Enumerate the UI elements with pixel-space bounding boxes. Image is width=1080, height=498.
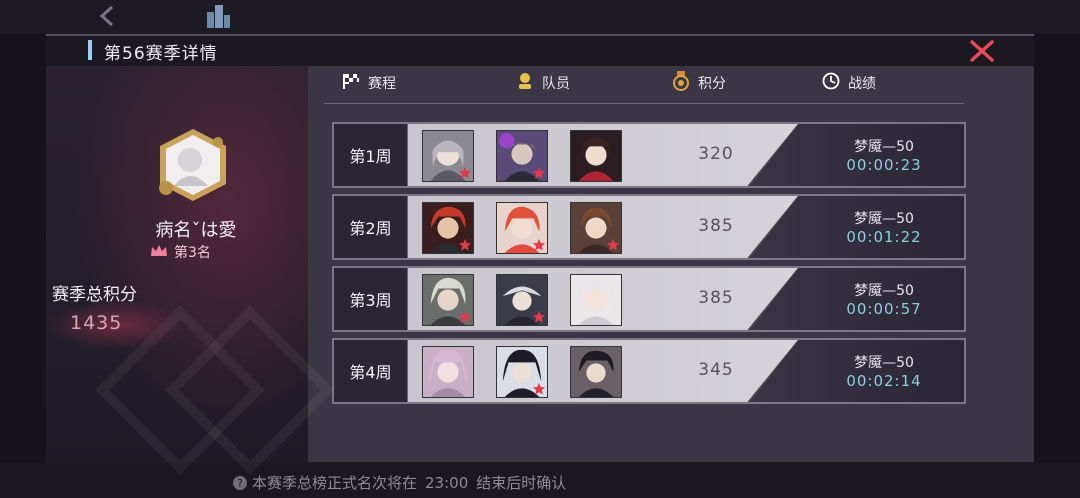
- player-rank: 第3名: [150, 242, 211, 262]
- character-portrait[interactable]: [496, 274, 548, 326]
- character-portrait[interactable]: [570, 202, 622, 254]
- member-icon: [516, 72, 534, 94]
- week-label: 第3周: [334, 268, 408, 330]
- week-row[interactable]: 第4周 345 梦魇—50 00:02:14: [332, 338, 966, 404]
- rank-label: 第3名: [174, 245, 211, 261]
- tab-label: 积分: [698, 76, 726, 92]
- character-portrait[interactable]: [570, 274, 622, 326]
- svg-text:?: ?: [237, 477, 243, 490]
- tab-label: 赛程: [368, 76, 396, 92]
- character-portrait[interactable]: [496, 346, 548, 398]
- chevron-left-icon[interactable]: [96, 4, 120, 28]
- season-total-value: 1435: [70, 312, 123, 334]
- star-icon: [459, 167, 471, 179]
- clear-time: 00:00:23: [846, 156, 922, 174]
- tab-members[interactable]: 队员: [516, 70, 570, 96]
- tab-label: 战绩: [848, 76, 876, 92]
- character-portrait[interactable]: [570, 346, 622, 398]
- character-portrait[interactable]: [496, 202, 548, 254]
- week-score: 320: [698, 144, 734, 164]
- checkered-flag-icon: [342, 72, 360, 94]
- week-label: 第2周: [334, 196, 408, 258]
- footer-note-end: 结束后时确认: [476, 474, 567, 492]
- star-icon: [607, 239, 619, 251]
- tab-bar: 赛程 队员 积分 战绩: [324, 70, 964, 104]
- title-accent-bar: [88, 40, 92, 60]
- week-row[interactable]: 第2周 385 梦魇—50 00:01:22: [332, 194, 966, 260]
- clear-time: 00:00:57: [846, 300, 922, 318]
- footer-note-time: 23:00: [425, 473, 469, 492]
- week-label: 第4周: [334, 340, 408, 402]
- week-row[interactable]: 第3周 385 梦魇—50 00:00:57: [332, 266, 966, 332]
- character-portrait[interactable]: [422, 130, 474, 182]
- tab-schedule[interactable]: 赛程: [342, 70, 396, 96]
- close-x-icon[interactable]: [968, 38, 996, 64]
- footer-note: ? 本赛季总榜正式名次将在 23:00 结束后时确认: [232, 472, 566, 493]
- building-icon[interactable]: [204, 2, 232, 30]
- star-icon: [533, 383, 545, 395]
- clear-time: 00:01:22: [846, 228, 922, 246]
- star-icon: [459, 239, 471, 251]
- week-score: 345: [698, 360, 734, 380]
- character-portrait[interactable]: [422, 274, 474, 326]
- character-portrait[interactable]: [496, 130, 548, 182]
- week-row[interactable]: 第1周 320 梦魇—50 00:00:23: [332, 122, 966, 188]
- week-score: 385: [698, 216, 734, 236]
- week-score: 385: [698, 288, 734, 308]
- week-label: 第1周: [334, 124, 408, 186]
- footer-note-text: 本赛季总榜正式名次将在: [252, 474, 418, 492]
- star-icon: [533, 239, 545, 251]
- clock-icon: [822, 72, 840, 94]
- difficulty-label: 梦魇—50: [854, 283, 914, 299]
- character-portrait[interactable]: [422, 346, 474, 398]
- star-icon: [459, 311, 471, 323]
- character-portrait[interactable]: [570, 130, 622, 182]
- tab-points[interactable]: 积分: [672, 70, 726, 96]
- character-portrait[interactable]: [422, 202, 474, 254]
- page-title: 第56赛季详情: [104, 44, 218, 64]
- tab-label: 队员: [542, 76, 570, 92]
- clear-time: 00:02:14: [846, 372, 922, 390]
- crown-icon: [150, 243, 168, 262]
- difficulty-label: 梦魇—50: [854, 139, 914, 155]
- top-bar: [0, 0, 1080, 34]
- difficulty-label: 梦魇—50: [854, 211, 914, 227]
- difficulty-label: 梦魇—50: [854, 355, 914, 371]
- season-total-label: 赛季总积分: [52, 285, 137, 305]
- star-icon: [533, 311, 545, 323]
- medal-icon: [672, 71, 690, 95]
- question-icon: ?: [232, 475, 248, 491]
- tab-record[interactable]: 战绩: [822, 70, 876, 96]
- player-avatar[interactable]: [152, 126, 234, 204]
- star-icon: [533, 167, 545, 179]
- player-name: 病名ˇは愛: [155, 220, 237, 241]
